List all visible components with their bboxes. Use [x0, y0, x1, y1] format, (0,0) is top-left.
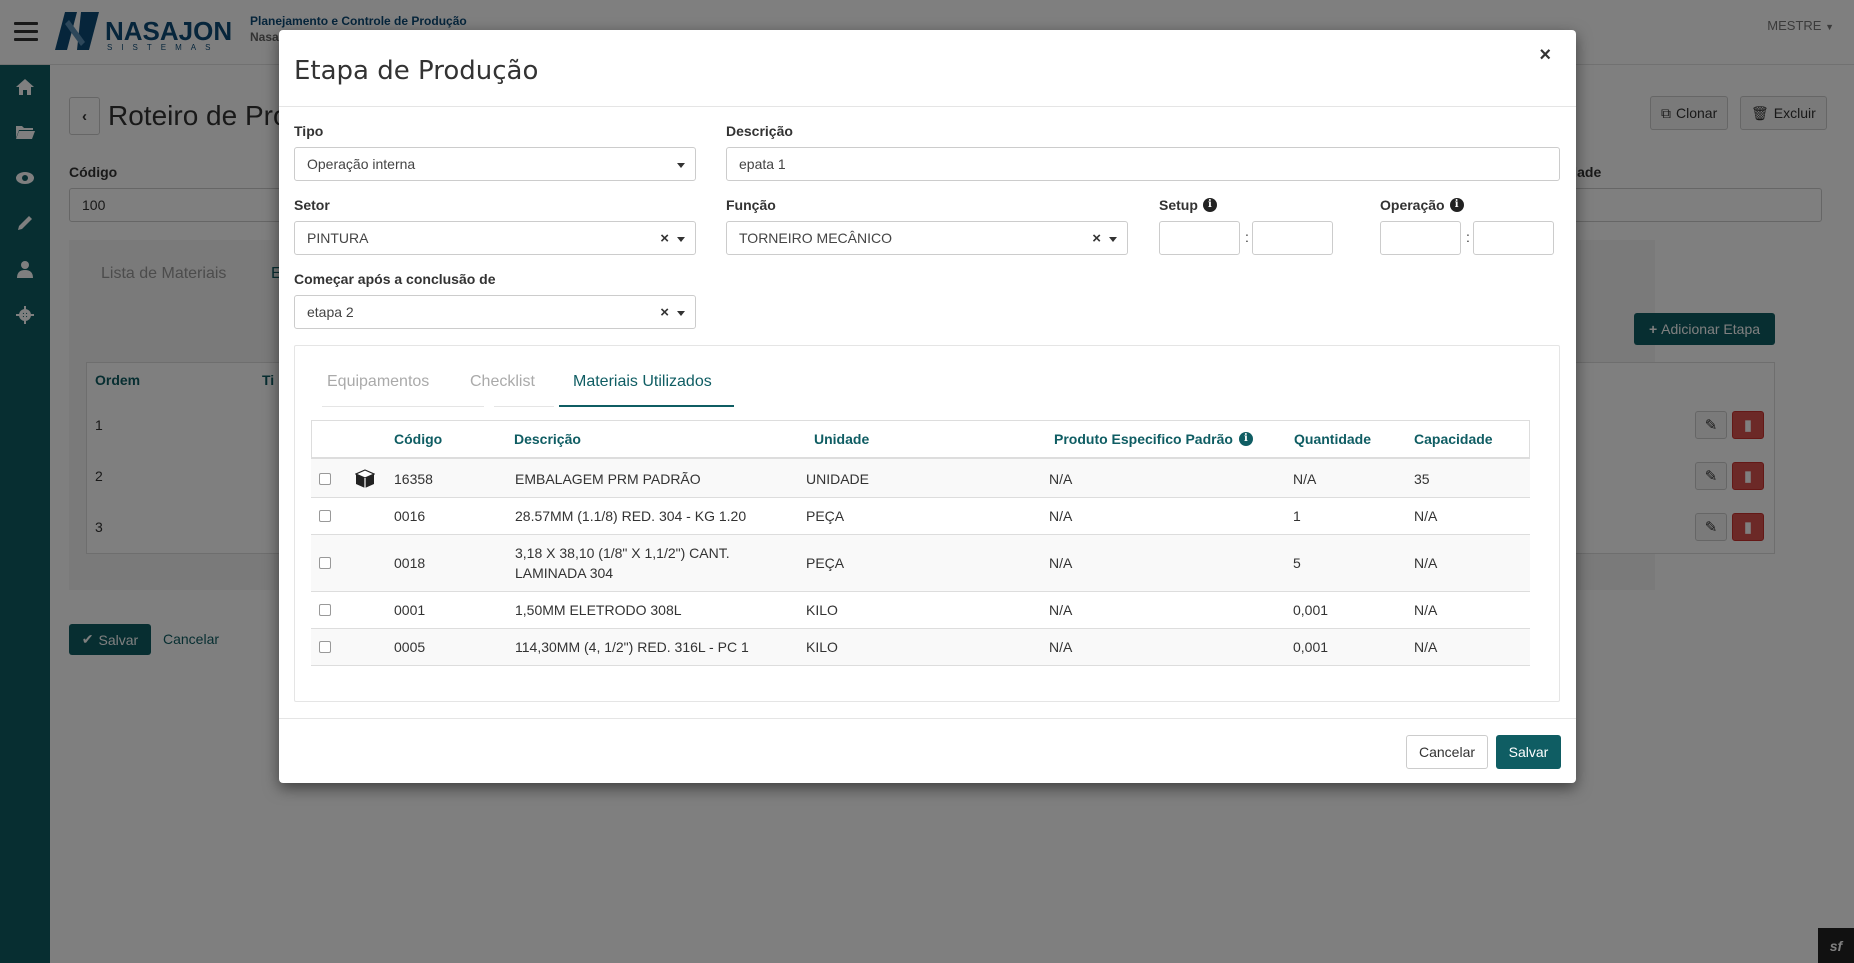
header-descricao[interactable]: Descrição	[514, 431, 581, 447]
info-icon[interactable]: i	[1202, 198, 1217, 212]
cell-quantidade: N/A	[1293, 471, 1317, 487]
caret-down-icon	[677, 237, 685, 242]
table-row[interactable]: 0001 1,50MM ELETRODO 308L KILO N/A 0,001…	[311, 591, 1530, 628]
cell-descricao-line2: LAMINADA 304	[515, 565, 614, 581]
cell-unidade: PEÇA	[806, 555, 845, 571]
tipo-label: Tipo	[294, 123, 324, 139]
cell-produto: N/A	[1049, 602, 1073, 618]
setup-minutes-input[interactable]	[1252, 221, 1333, 255]
row-checkbox[interactable]	[319, 557, 331, 569]
caret-down-icon	[677, 163, 685, 168]
setor-select[interactable]: PINTURA ×	[294, 221, 696, 255]
clear-icon[interactable]: ×	[660, 304, 669, 321]
cell-produto: N/A	[1049, 555, 1073, 571]
header-codigo[interactable]: Código	[394, 431, 442, 447]
cell-unidade: PEÇA	[806, 508, 845, 524]
info-icon[interactable]: i	[1449, 198, 1464, 212]
comecar-label: Começar após a conclusão de	[294, 271, 496, 287]
tab-materiais-utilizados[interactable]: Materiais Utilizados	[573, 373, 712, 391]
time-separator: :	[1466, 229, 1470, 245]
row-checkbox[interactable]	[319, 473, 331, 485]
setup-hours-input[interactable]	[1159, 221, 1240, 255]
cell-descricao: 114,30MM (4, 1/2") RED. 316L - PC 1	[515, 639, 749, 655]
operacao-minutes-input[interactable]	[1473, 221, 1554, 255]
cell-codigo: 0016	[394, 508, 426, 524]
tab-checklist[interactable]: Checklist	[470, 373, 535, 391]
modal-footer: Cancelar Salvar	[279, 718, 1576, 783]
header-produto-especifico[interactable]: Produto Especifico Padrão i	[1054, 431, 1253, 447]
table-row[interactable]: 0005 114,30MM (4, 1/2") RED. 316L - PC 1…	[311, 628, 1530, 665]
cell-capacidade: N/A	[1414, 639, 1438, 655]
modal-save-button[interactable]: Salvar	[1496, 735, 1561, 769]
active-tab-indicator	[559, 405, 734, 407]
modal-cancel-button[interactable]: Cancelar	[1406, 735, 1488, 769]
cell-quantidade: 0,001	[1293, 639, 1329, 655]
cell-codigo: 0018	[394, 555, 426, 571]
cell-produto: N/A	[1049, 639, 1073, 655]
funcao-select[interactable]: TORNEIRO MECÂNICO ×	[726, 221, 1128, 255]
cell-codigo: 16358	[394, 471, 433, 487]
caret-down-icon	[677, 311, 685, 316]
cell-capacidade: N/A	[1414, 555, 1438, 571]
modal-header: Etapa de Produção ×	[279, 30, 1576, 107]
cell-produto: N/A	[1049, 471, 1073, 487]
header-unidade[interactable]: Unidade	[814, 431, 869, 447]
setor-value: PINTURA	[307, 230, 369, 246]
cell-descricao: 1,50MM ELETRODO 308L	[515, 602, 682, 618]
cell-codigo: 0001	[394, 602, 426, 618]
cell-descricao-line1: 3,18 X 38,10 (1/8" X 1,1/2") CANT.	[515, 545, 730, 561]
materials-header: Código Descrição Unidade Produto Especif…	[311, 420, 1530, 457]
cell-capacidade: N/A	[1414, 508, 1438, 524]
table-row[interactable]: 0018 3,18 X 38,10 (1/8" X 1,1/2") CANT. …	[311, 534, 1530, 591]
setor-label: Setor	[294, 197, 330, 213]
tipo-select[interactable]: Operação interna	[294, 147, 696, 181]
cell-quantidade: 1	[1293, 508, 1301, 524]
cell-unidade: KILO	[806, 639, 838, 655]
tab-equipamentos[interactable]: Equipamentos	[327, 373, 429, 391]
cell-capacidade: N/A	[1414, 602, 1438, 618]
funcao-value: TORNEIRO MECÂNICO	[739, 230, 892, 246]
tab-divider	[494, 406, 554, 407]
cell-descricao: 28.57MM (1.1/8) RED. 304 - KG 1.20	[515, 508, 747, 524]
tabs-panel: Equipamentos Checklist Materiais Utiliza…	[294, 345, 1560, 702]
tab-divider	[322, 406, 484, 407]
table-row[interactable]: 16358 EMBALAGEM PRM PADRÃO UNIDADE N/A N…	[311, 457, 1530, 497]
descricao-label: Descrição	[726, 123, 793, 139]
etapa-modal: Etapa de Produção × Tipo Operação intern…	[279, 30, 1576, 783]
close-icon[interactable]: ×	[1539, 44, 1551, 67]
table-row[interactable]: 0016 28.57MM (1.1/8) RED. 304 - KG 1.20 …	[311, 497, 1530, 534]
clear-icon[interactable]: ×	[660, 230, 669, 247]
row-checkbox[interactable]	[319, 604, 331, 616]
box-icon	[355, 469, 375, 488]
comecar-value: etapa 2	[307, 304, 354, 320]
header-capacidade[interactable]: Capacidade	[1414, 431, 1493, 447]
funcao-label: Função	[726, 197, 776, 213]
caret-down-icon	[1109, 237, 1117, 242]
operacao-hours-input[interactable]	[1380, 221, 1461, 255]
row-checkbox[interactable]	[319, 641, 331, 653]
cell-codigo: 0005	[394, 639, 426, 655]
cell-capacidade: 35	[1414, 471, 1430, 487]
descricao-input[interactable]: epata 1	[726, 147, 1560, 181]
cell-unidade: KILO	[806, 602, 838, 618]
cell-produto: N/A	[1049, 508, 1073, 524]
cell-descricao: EMBALAGEM PRM PADRÃO	[515, 471, 701, 487]
comecar-select[interactable]: etapa 2 ×	[294, 295, 696, 329]
header-quantidade[interactable]: Quantidade	[1294, 431, 1371, 447]
tipo-value: Operação interna	[307, 156, 416, 172]
clear-icon[interactable]: ×	[1092, 230, 1101, 247]
row-checkbox[interactable]	[319, 510, 331, 522]
time-separator: :	[1245, 229, 1249, 245]
cell-unidade: UNIDADE	[806, 471, 870, 487]
info-icon[interactable]: i	[1238, 432, 1253, 446]
setup-label: Setup i	[1159, 197, 1217, 213]
cell-quantidade: 0,001	[1293, 602, 1329, 618]
cell-quantidade: 5	[1293, 555, 1301, 571]
operacao-label: Operação i	[1380, 197, 1464, 213]
modal-title: Etapa de Produção	[294, 56, 539, 86]
